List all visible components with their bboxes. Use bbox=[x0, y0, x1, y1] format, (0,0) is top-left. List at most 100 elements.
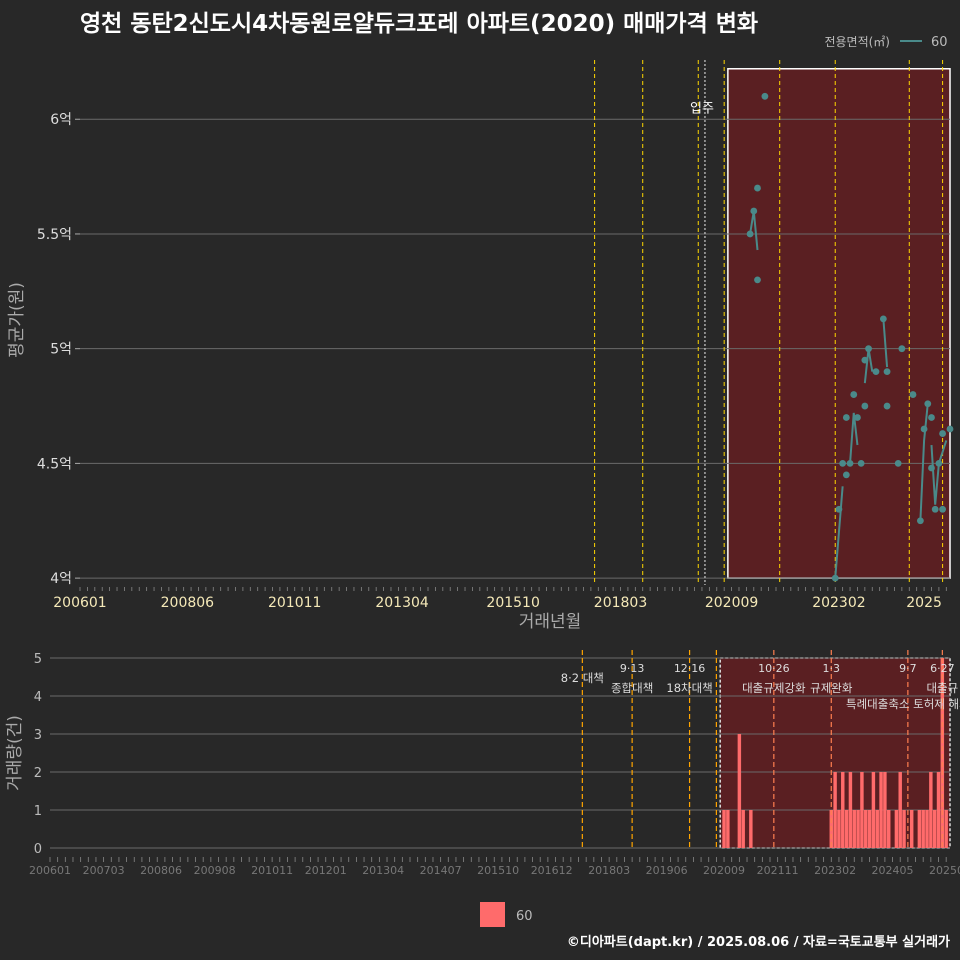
volume-x-tick-label: 202405 bbox=[872, 864, 914, 877]
price-point bbox=[750, 207, 758, 215]
price-point bbox=[865, 345, 872, 353]
volume-bar bbox=[932, 810, 937, 848]
volume-x-tick-label: 201803 bbox=[588, 864, 630, 877]
volume-bar bbox=[852, 810, 856, 848]
price-point bbox=[857, 459, 865, 467]
price-point bbox=[928, 464, 935, 472]
price-point bbox=[883, 402, 891, 410]
volume-bar bbox=[726, 810, 730, 848]
price-point bbox=[831, 574, 839, 582]
volume-bar bbox=[921, 810, 925, 848]
x-tick-label: 201510 bbox=[486, 595, 539, 611]
volume-bar bbox=[944, 810, 948, 848]
price-point bbox=[935, 459, 943, 467]
volume-bar bbox=[871, 772, 876, 848]
policy-date-label: 6·27 bbox=[930, 662, 955, 675]
volume-bar bbox=[864, 810, 868, 848]
volume-x-tick-label: 202302 bbox=[814, 864, 856, 877]
volume-x-tick-label: 200703 bbox=[83, 864, 125, 877]
price-point bbox=[861, 402, 869, 410]
volume-x-tick-label: 201612 bbox=[531, 864, 573, 877]
price-point bbox=[835, 505, 843, 513]
legend-title: 전용면적(㎡) bbox=[824, 35, 890, 49]
volume-bar bbox=[722, 810, 726, 848]
price-point bbox=[754, 276, 761, 284]
price-point bbox=[754, 184, 761, 192]
volume-bar bbox=[879, 772, 883, 848]
price-point bbox=[879, 315, 887, 323]
volume-bar bbox=[833, 772, 837, 848]
volume-bar bbox=[837, 810, 841, 848]
volume-bar bbox=[737, 734, 742, 848]
price-point bbox=[939, 505, 946, 513]
volume-y-tick-label: 0 bbox=[34, 842, 42, 857]
volume-x-tick-label: 201304 bbox=[362, 864, 404, 877]
volume-bar bbox=[741, 810, 745, 848]
price-point bbox=[898, 345, 906, 353]
x-tick-label: 200806 bbox=[161, 595, 215, 611]
volume-y-tick-label: 2 bbox=[34, 766, 42, 781]
y-axis-title: 평균가(원) bbox=[7, 282, 27, 358]
price-point bbox=[924, 400, 932, 408]
volume-bar bbox=[929, 772, 933, 848]
policy-name-label: 8·2 대책 bbox=[561, 671, 604, 685]
volume-x-tick-label: 202111 bbox=[757, 864, 799, 877]
policy-name-label: 18차대책 bbox=[666, 681, 712, 695]
volume-bar bbox=[925, 810, 929, 848]
source-caption: ©디아파트(dapt.kr) / 2025.08.06 / 자료=국토교통부 실… bbox=[566, 935, 950, 950]
price-point bbox=[928, 414, 935, 421]
policy-name-label: 대출규 bbox=[926, 681, 958, 695]
policy-date-label: 9·7 bbox=[899, 662, 917, 675]
volume-x-tick-label: 201906 bbox=[646, 864, 688, 877]
volume-bar bbox=[887, 810, 891, 848]
x-tick-label: 201304 bbox=[375, 595, 429, 611]
price-point bbox=[939, 430, 946, 437]
chart-canvas: 4억 4.5억 5억 5.5억 6억 입주 200601 200806 201011 201304… bbox=[5, 35, 960, 927]
price-point bbox=[839, 459, 847, 467]
volume-y-axis-title: 거래량(건) bbox=[5, 715, 25, 791]
volume-y-tick-label: 4 bbox=[34, 690, 42, 705]
y-tick-label: 4억 bbox=[50, 571, 72, 587]
highlight-region bbox=[727, 68, 951, 579]
volume-bar bbox=[917, 810, 922, 848]
volume-x-tick-label: 201407 bbox=[420, 864, 462, 877]
volume-legend-label: 60 bbox=[516, 909, 533, 924]
x-tick-label: 2025 bbox=[906, 595, 942, 611]
policy-date-label: 9·13 bbox=[620, 662, 645, 675]
policy-date-label: 1·3 bbox=[823, 662, 841, 675]
volume-y-tick-label: 3 bbox=[34, 728, 42, 743]
price-point bbox=[761, 92, 769, 100]
x-tick-label: 202302 bbox=[812, 595, 865, 611]
x-axis-title: 거래년월 bbox=[519, 612, 582, 632]
volume-bar bbox=[860, 772, 864, 848]
volume-bar bbox=[902, 810, 906, 848]
price-point bbox=[850, 391, 858, 398]
volume-x-tick-label: 200806 bbox=[140, 864, 182, 877]
volume-y-tick-label: 5 bbox=[34, 652, 42, 667]
policy-name-label: 종합대책 bbox=[611, 681, 653, 695]
volume-bar bbox=[909, 810, 914, 848]
policy-date-label: 12·16 bbox=[674, 662, 706, 675]
price-point bbox=[746, 230, 754, 238]
legend-label: 60 bbox=[931, 35, 948, 50]
y-tick-label: 5억 bbox=[50, 342, 72, 358]
volume-bar bbox=[856, 810, 860, 848]
volume-x-tick-label: 200908 bbox=[194, 864, 236, 877]
volume-bar bbox=[883, 772, 887, 848]
price-point bbox=[842, 471, 850, 479]
price-point bbox=[854, 414, 861, 421]
price-point bbox=[920, 425, 928, 433]
volume-y-tick-label: 1 bbox=[34, 804, 42, 819]
price-point bbox=[861, 356, 869, 364]
policy-date-label: 10·26 bbox=[758, 662, 790, 675]
volume-bar bbox=[898, 772, 902, 848]
x-tick-label: 202009 bbox=[705, 595, 758, 611]
volume-bar bbox=[894, 810, 899, 848]
x-tick-label: 200601 bbox=[53, 595, 106, 611]
volume-bar bbox=[841, 772, 845, 848]
x-tick-label: 201803 bbox=[594, 595, 647, 611]
volume-bar bbox=[844, 810, 849, 848]
volume-x-tick-label: 202009 bbox=[703, 864, 745, 877]
volume-legend-swatch bbox=[480, 902, 505, 927]
price-point bbox=[916, 517, 924, 525]
